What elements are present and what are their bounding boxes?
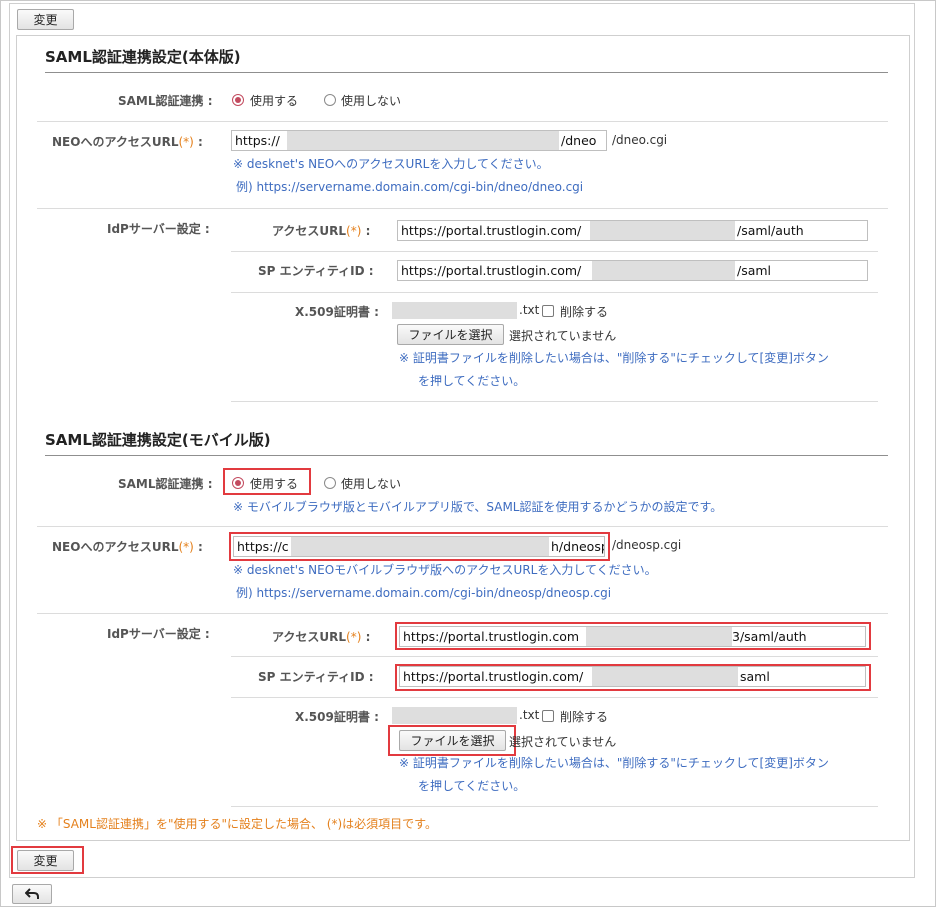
radio-use-main[interactable] (232, 94, 244, 106)
radio-not-use-mobile[interactable] (324, 477, 336, 489)
cert-note-cont-mobile: を押してください。 (418, 779, 526, 793)
highlight-box (229, 532, 610, 561)
access-url-label-main: アクセスURL(*) : (272, 224, 371, 238)
divider (231, 251, 878, 252)
divider (231, 656, 878, 657)
redacted-area (590, 221, 735, 240)
access-url-label-mobile: アクセスURL(*) : (272, 630, 371, 644)
neo-url-example-mobile: 例) https://servername.domain.com/cgi-bin… (236, 586, 612, 600)
delete-checkbox-mobile[interactable] (542, 710, 554, 722)
redacted-area (392, 707, 517, 724)
section-title-mobile: SAML認証連携設定(モバイル版) (45, 429, 888, 456)
divider (231, 292, 878, 293)
back-arrow-icon (25, 888, 39, 899)
divider (231, 697, 878, 698)
neo-url-note-mobile: ※ desknet's NEOモバイルブラウザ版へのアクセスURLを入力してくだ… (233, 563, 657, 577)
neo-url-example-main: 例) https://servername.domain.com/cgi-bin… (236, 180, 584, 194)
required-footnote: ※ 「SAML認証連携」を"使用する"に設定した場合、 (*)は必須項目です。 (37, 817, 437, 831)
delete-label-main: 削除する (560, 305, 609, 319)
back-button[interactable] (12, 884, 52, 904)
divider (231, 401, 878, 402)
highlight-box (11, 846, 84, 874)
cert-note-mobile: ※ 証明書ファイルを削除したい場合は、"削除する"にチェックして[変更]ボタン (399, 756, 829, 770)
highlight-box (223, 468, 311, 495)
radio-use-label-main: 使用する (250, 94, 299, 108)
delete-label-mobile: 削除する (560, 710, 609, 724)
highlight-box (388, 725, 516, 756)
section-title-main: SAML認証連携設定(本体版) (45, 46, 888, 73)
delete-checkbox-main[interactable] (542, 305, 554, 317)
cert-label-mobile: X.509証明書 : (295, 710, 379, 724)
divider (37, 208, 888, 209)
sp-label-mobile: SP エンティティID : (258, 670, 374, 684)
divider (37, 613, 888, 614)
divider (37, 121, 888, 122)
neo-url-label-mobile: NEOへのアクセスURL(*) : (52, 540, 203, 554)
change-button-top[interactable]: 変更 (17, 9, 74, 30)
radio-not-use-main[interactable] (324, 94, 336, 106)
radio-not-use-label-mobile: 使用しない (341, 477, 402, 491)
saml-note-mobile: ※ モバイルブラウザ版とモバイルアプリ版で、SAML認証を使用するかどうかの設定… (233, 500, 723, 514)
divider (37, 526, 888, 527)
file-select-button-main[interactable]: ファイルを選択 (397, 324, 504, 345)
cert-label-main: X.509証明書 : (295, 305, 379, 319)
divider (231, 806, 878, 807)
cert-note-cont-main: を押してください。 (418, 374, 526, 388)
neo-url-suffix-main: /dneo.cgi (612, 133, 668, 147)
redacted-area (592, 261, 735, 280)
sp-label-main: SP エンティティID : (258, 264, 374, 278)
cert-file-name-main: .txt (519, 303, 540, 317)
redacted-area (392, 302, 517, 319)
idp-label-mobile: IdPサーバー設定 : (107, 627, 210, 641)
neo-url-note-main: ※ desknet's NEOへのアクセスURLを入力してください。 (233, 157, 549, 171)
redacted-area (287, 131, 559, 150)
idp-label-main: IdPサーバー設定 : (107, 222, 210, 236)
radio-not-use-label-main: 使用しない (341, 94, 402, 108)
saml-label-mobile: SAML認証連携 : (118, 477, 213, 491)
highlight-box (395, 664, 871, 691)
neo-url-suffix-mobile: /dneosp.cgi (612, 538, 682, 552)
no-file-text-mobile: 選択されていません (509, 735, 617, 749)
cert-file-name-mobile: .txt (519, 708, 540, 722)
cert-note-main: ※ 証明書ファイルを削除したい場合は、"削除する"にチェックして[変更]ボタン (399, 351, 829, 365)
neo-url-label-main: NEOへのアクセスURL(*) : (52, 135, 203, 149)
no-file-text-main: 選択されていません (509, 329, 617, 343)
highlight-box (395, 622, 871, 650)
saml-label-main: SAML認証連携 : (118, 94, 213, 108)
